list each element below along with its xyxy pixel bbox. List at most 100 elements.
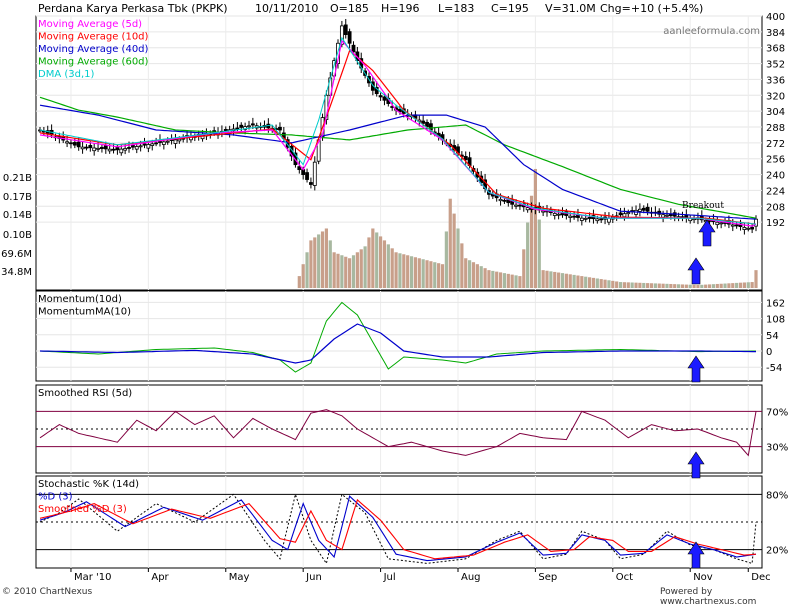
candle-body [76,141,81,148]
volume-bar [541,270,545,288]
price-tick-label: 208 [766,202,785,213]
volume-tick-label: 69.6M [1,249,32,260]
volume-bar [475,264,479,288]
candle-body [111,148,116,151]
volume-bar [653,283,657,288]
x-axis-label: Dec [751,572,770,583]
momentum-tick-label: 54 [766,331,779,342]
volume-bar [700,284,704,288]
x-axis-label: Jul [383,572,396,583]
volume-bar [545,270,549,288]
volume-bar [483,268,487,288]
candle-body [560,212,565,216]
volume-bar [572,274,576,288]
volume-bar [351,255,356,288]
candle-body [502,199,507,202]
volume-bar [557,272,561,288]
volume-bar [742,282,746,288]
volume-bar [646,283,650,288]
candle-body [637,208,642,212]
volume-bar [657,283,661,288]
volume-tick-label: 0.21B [3,173,32,184]
volume-bar [595,278,599,288]
volume-bar [502,273,507,288]
volume-bar [680,284,685,288]
candle-body [80,146,85,150]
volume-bar [649,283,654,288]
volume-bar [642,282,646,288]
volume-bar [297,276,301,288]
volume-bar [440,264,445,288]
candle-body [297,166,302,171]
candle-body [618,212,623,216]
volume-bar [615,281,619,288]
volume-bar [390,248,394,288]
volume-bar [665,283,669,288]
momentum-legend-entry: Momentum(10d) [38,294,122,305]
volume-bar [317,234,321,288]
rsi-tick-label: 30% [766,443,788,454]
price-legend-entry: Moving Average (40d) [38,44,149,55]
volume-bar [301,264,305,288]
volume-bar [464,258,468,288]
volume-bar [522,249,526,288]
candle-body [100,146,104,150]
candle-body [645,206,650,212]
volume-bar [533,168,537,288]
volume-bar [673,284,677,288]
price-tick-label: 336 [766,75,785,86]
candle-body [223,128,228,131]
candle-body [556,213,561,216]
candle-body [641,207,646,211]
volume-bar [437,263,441,288]
candle-body [382,96,387,101]
volume-bar [394,252,398,288]
price-tick-label: 304 [766,107,785,118]
volume-bar [611,280,615,288]
volume-bar [348,258,352,288]
rsi-tick-label: 70% [766,407,788,418]
volume-bar [340,255,344,288]
volume-bar [704,284,708,288]
momentum-tick-label: 162 [766,298,785,309]
candle-body [572,215,576,218]
candle-body [96,147,100,150]
stoch-tick-label: 20% [766,546,788,557]
price-legend-entry: Moving Average (5d) [38,19,142,30]
candle-body [568,215,573,218]
candle-body [730,224,735,227]
volume-bar [731,283,735,288]
volume-bar [719,283,723,288]
volume-bar [638,282,642,288]
volume-bar [491,270,495,288]
candle-body [127,147,131,149]
candle-body [463,156,468,161]
candle-body [72,142,77,146]
volume-bar [576,275,580,288]
candle-body [309,182,313,185]
candle-body [343,24,348,35]
volume-bar [468,260,472,288]
volume-bar [746,282,750,288]
volume-tick-label: 34.8M [1,267,32,278]
volume-bar [549,271,553,288]
candle-body [498,198,503,202]
volume-bar [634,282,638,288]
candle-body [239,124,244,128]
volume-bar [514,275,518,288]
volume-bar [355,252,359,288]
volume-bar [622,282,627,288]
volume-bar [386,244,390,288]
volume-bar [661,283,665,288]
volume-bar [498,272,503,288]
volume-bar [630,282,634,288]
candle-body [107,148,112,152]
x-axis-label: Oct [616,572,633,583]
candle-body [177,138,182,142]
candle-body [514,204,518,207]
volume-bar [402,254,406,288]
volume-bar [406,255,410,288]
stochastic-panel [35,475,763,569]
volume-bar [618,282,623,288]
price-tick-label: 400 [766,12,785,23]
